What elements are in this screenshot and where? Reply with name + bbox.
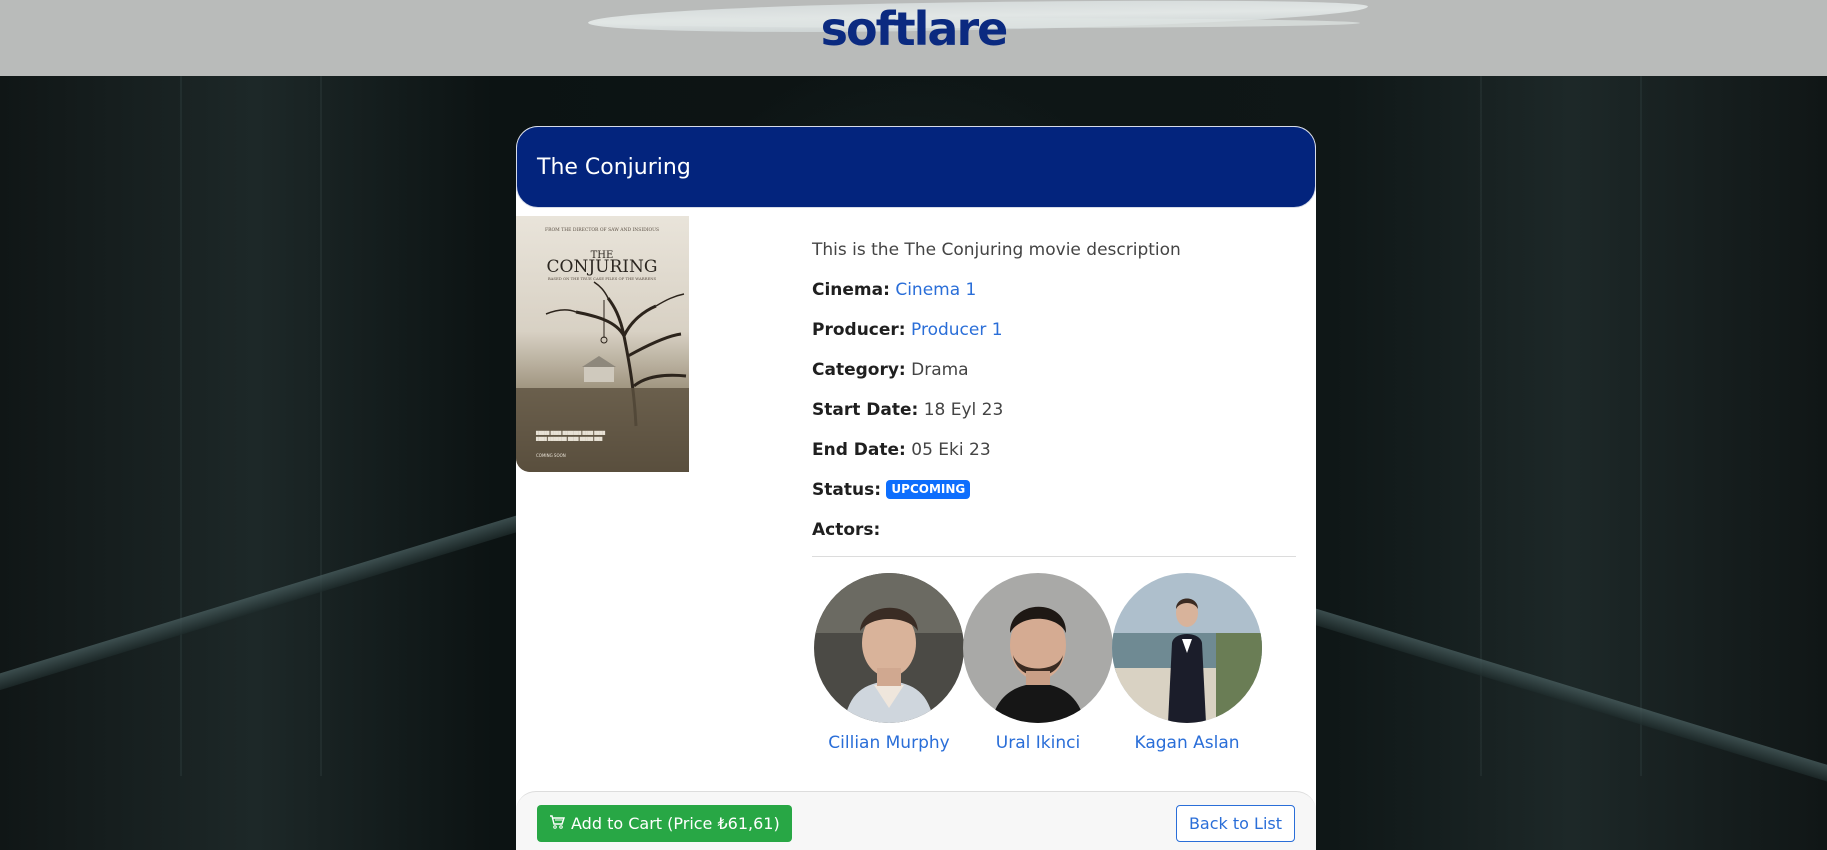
status-row: Status: UPCOMING — [812, 478, 1296, 518]
actors-label: Actors: — [812, 520, 881, 540]
svg-text:████ ███████ ████ █████ ███: ████ ███████ ████ █████ ███ — [535, 436, 603, 441]
start-date-row: Start Date: 18 Eyl 23 — [812, 398, 1296, 438]
producer-row: Producer: Producer 1 — [812, 318, 1296, 358]
category-label: Category: — [812, 360, 906, 380]
cart-icon — [549, 814, 565, 834]
category-value: Drama — [911, 360, 969, 380]
description-row: This is the The Conjuring movie descript… — [812, 238, 1296, 278]
end-date-label: End Date: — [812, 440, 906, 460]
back-to-list-button[interactable]: Back to List — [1175, 805, 1295, 842]
add-to-cart-label: Add to Cart (Price ₺61,61) — [571, 814, 780, 833]
svg-text:BASED ON THE TRUE CASE FILES O: BASED ON THE TRUE CASE FILES OF THE WARR… — [548, 276, 657, 281]
start-date-label: Start Date: — [812, 400, 919, 420]
movie-detail-card: The Conjuring FROM THE DIRECTOR OF SAW A… — [516, 126, 1316, 850]
producer-label: Producer: — [812, 320, 906, 340]
movie-poster: FROM THE DIRECTOR OF SAW AND INSIDIOUS T… — [516, 216, 689, 472]
actor-name-link[interactable]: Kagan Aslan — [1112, 733, 1262, 753]
site-header: softlare — [0, 0, 1827, 76]
handrail-right — [1287, 601, 1827, 793]
actor-card[interactable]: Kagan Aslan — [1112, 573, 1262, 753]
actor-avatar[interactable] — [963, 573, 1113, 723]
status-label: Status: — [812, 480, 881, 500]
actor-card[interactable]: Cillian Murphy — [814, 573, 964, 753]
svg-text:COMING SOON: COMING SOON — [536, 453, 566, 458]
card-header: The Conjuring — [516, 126, 1316, 208]
start-date-value: 18 Eyl 23 — [923, 400, 1004, 420]
actor-name-link[interactable]: Cillian Murphy — [814, 733, 964, 753]
movie-details: This is the The Conjuring movie descript… — [812, 238, 1296, 558]
cinema-label: Cinema: — [812, 280, 890, 300]
add-to-cart-button[interactable]: Add to Cart (Price ₺61,61) — [537, 805, 792, 842]
status-badge: UPCOMING — [886, 480, 971, 499]
actors-row: Actors: — [812, 518, 1296, 558]
producer-link[interactable]: Producer 1 — [911, 320, 1003, 340]
movie-description: This is the The Conjuring movie descript… — [812, 240, 1181, 260]
svg-text:█████ ████ ███████ ████ ████: █████ ████ ███████ ████ ████ — [535, 430, 605, 435]
category-row: Category: Drama — [812, 358, 1296, 398]
actor-card[interactable]: Ural Ikinci — [963, 573, 1113, 753]
end-date-row: End Date: 05 Eki 23 — [812, 438, 1296, 478]
actor-name-link[interactable]: Ural Ikinci — [963, 733, 1113, 753]
cinema-row: Cinema: Cinema 1 — [812, 278, 1296, 318]
site-logo[interactable]: softlare — [0, 0, 1827, 58]
svg-text:CONJURING: CONJURING — [547, 257, 658, 277]
actor-list: Cillian Murphy Ural Ikinci Kagan Aslan — [797, 573, 1267, 763]
cinema-link[interactable]: Cinema 1 — [895, 280, 976, 300]
handrail-left — [0, 510, 537, 702]
details-divider — [812, 556, 1296, 557]
end-date-value: 05 Eki 23 — [911, 440, 991, 460]
movie-title: The Conjuring — [537, 154, 691, 180]
card-footer: Add to Cart (Price ₺61,61) Back to List — [516, 791, 1316, 850]
svg-text:FROM THE DIRECTOR OF SAW AND I: FROM THE DIRECTOR OF SAW AND INSIDIOUS — [545, 227, 659, 233]
actor-avatar[interactable] — [1112, 573, 1262, 723]
actor-avatar[interactable] — [814, 573, 964, 723]
